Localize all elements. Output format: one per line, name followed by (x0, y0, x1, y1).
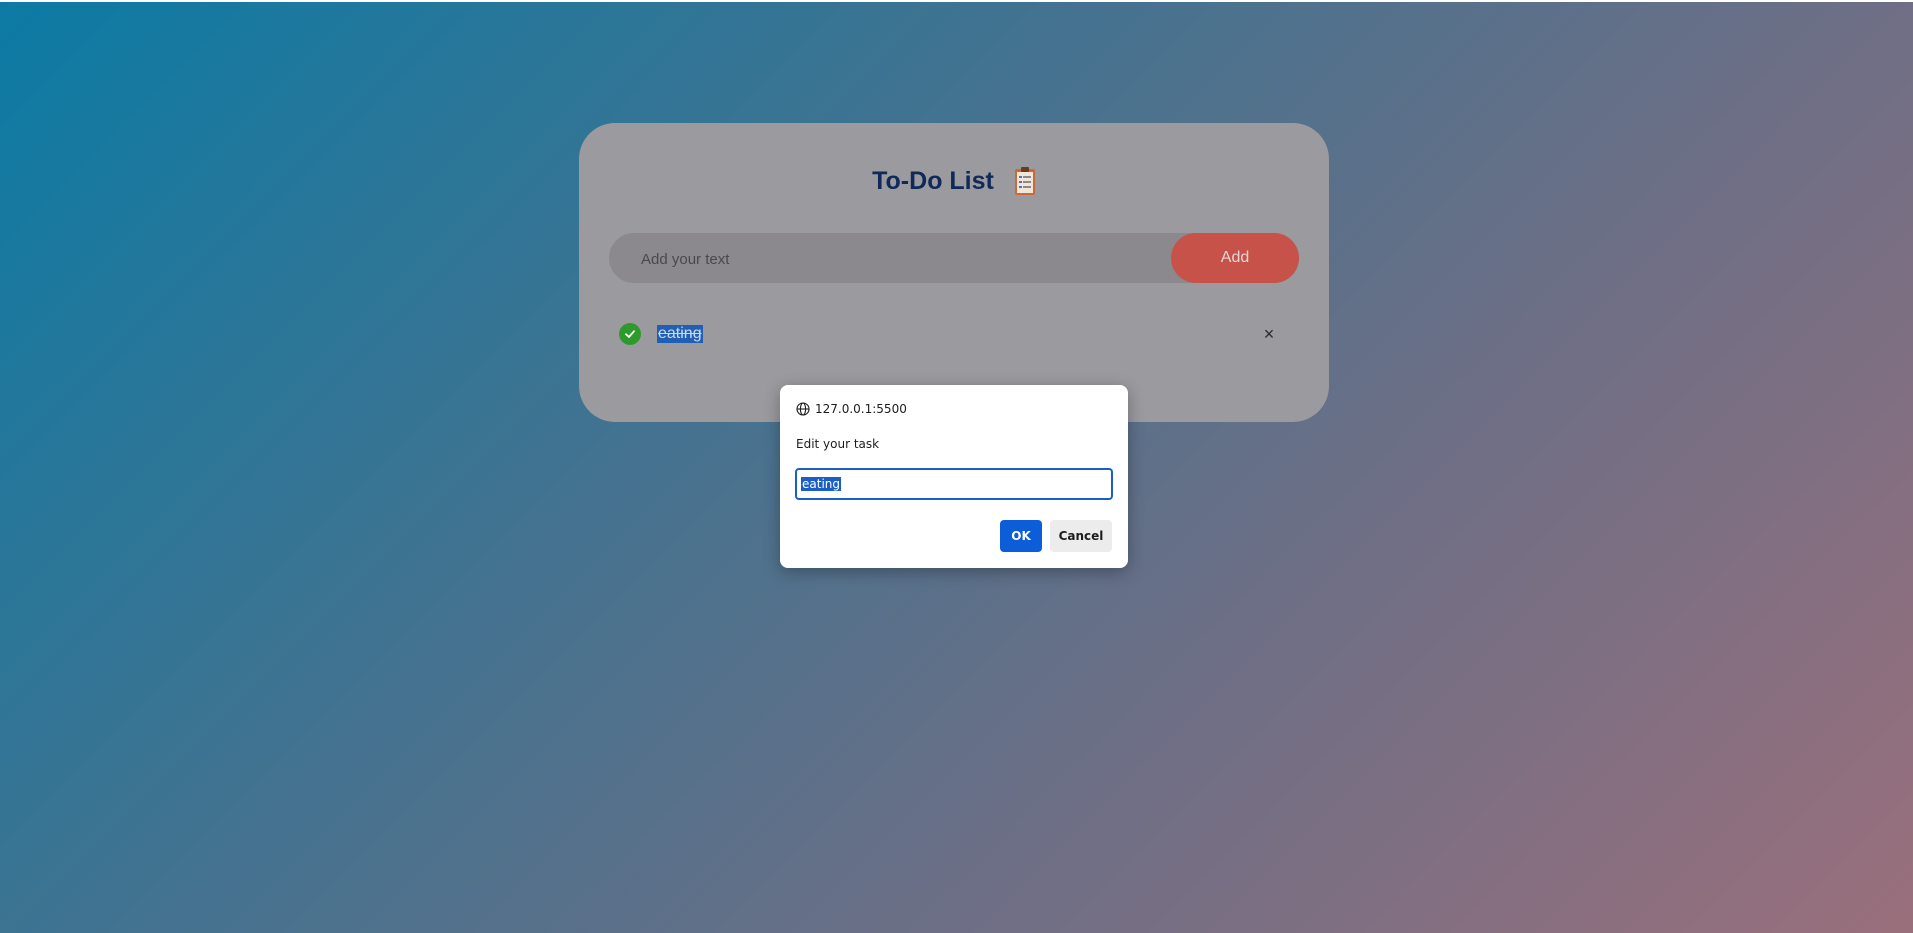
task-text[interactable]: eating (657, 325, 703, 343)
add-task-row: Add (609, 233, 1299, 285)
page-title: To-Do List (872, 166, 994, 195)
card-header: To-Do List (579, 161, 1329, 201)
task-input[interactable] (639, 233, 1163, 285)
dialog-message: Edit your task (796, 437, 880, 451)
edit-task-input-value[interactable]: eating (801, 477, 841, 491)
page-background: To-Do List Add your text Add eating × 12… (0, 0, 1913, 933)
close-icon[interactable]: × (1259, 324, 1279, 345)
ok-button[interactable]: OK (1000, 520, 1042, 552)
todo-card: To-Do List Add your text Add eating × (579, 123, 1329, 422)
dialog-origin-text: 127.0.0.1:5500 (815, 402, 907, 416)
add-button[interactable]: Add (1171, 233, 1299, 283)
clipboard-icon (1014, 166, 1036, 196)
check-icon[interactable] (619, 323, 641, 345)
edit-task-input[interactable]: eating (795, 468, 1113, 500)
globe-icon (796, 402, 810, 416)
dialog-origin: 127.0.0.1:5500 (796, 402, 907, 416)
list-item[interactable]: eating × (619, 319, 1279, 349)
cancel-button[interactable]: Cancel (1050, 520, 1112, 552)
edit-prompt-dialog: 127.0.0.1:5500 Edit your task eating OK … (780, 385, 1128, 568)
